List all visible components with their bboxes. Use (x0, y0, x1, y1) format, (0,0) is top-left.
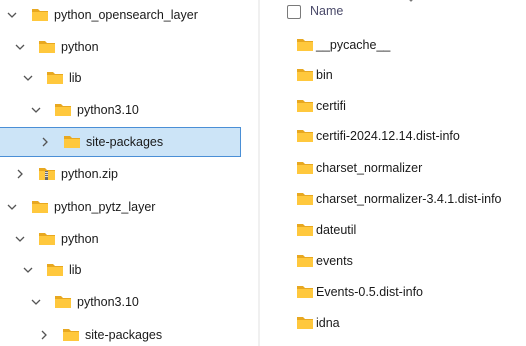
folder-icon (47, 72, 63, 84)
file-row[interactable]: charset_normalizer (260, 153, 526, 183)
file-name: idna (316, 316, 340, 330)
file-row[interactable]: __pycache__ (260, 30, 526, 60)
column-header-name[interactable]: Name (310, 4, 343, 18)
tree-item-python-opensearch-layer[interactable]: python_opensearch_layer (0, 0, 258, 30)
file-name: __pycache__ (316, 38, 391, 52)
zip-folder-icon (39, 168, 55, 180)
file-name: charset_normalizer-3.4.1.dist-info (316, 192, 502, 206)
tree-item-python3-10[interactable]: python3.10 (0, 287, 258, 317)
file-row[interactable]: events (260, 246, 526, 276)
folder-icon (297, 286, 313, 298)
column-header-row: Name (260, 0, 526, 26)
folder-icon (32, 9, 48, 21)
folder-icon (32, 201, 48, 213)
file-row[interactable]: Events-0.5.dist-info (260, 277, 526, 307)
tree-item-python-zip[interactable]: python.zip (0, 159, 258, 189)
tree-item-lib[interactable]: lib (0, 63, 258, 93)
file-name: dateutil (316, 223, 357, 237)
tree-item-label: python3.10 (77, 295, 139, 309)
tree-item-python[interactable]: python (0, 32, 258, 62)
tree-item-python-pytz-layer[interactable]: python_pytz_layer (0, 192, 258, 222)
chevron-down-icon[interactable] (6, 201, 18, 213)
tree-item-site-packages[interactable]: site-packages (0, 127, 241, 157)
folder-icon (297, 255, 313, 267)
file-name: charset_normalizer (316, 161, 423, 175)
chevron-down-icon[interactable] (22, 264, 34, 276)
tree-item-label: python3.10 (77, 103, 139, 117)
chevron-down-icon[interactable] (30, 296, 42, 308)
folder-icon (297, 162, 313, 174)
file-name: certifi-2024.12.14.dist-info (316, 129, 460, 143)
file-name: events (316, 254, 353, 268)
tree-item-label: python_pytz_layer (54, 200, 156, 214)
sort-arrow-icon (409, 0, 413, 2)
chevron-down-icon[interactable] (6, 9, 18, 21)
file-name: bin (316, 68, 333, 82)
folder-icon (64, 136, 80, 148)
file-name: Events-0.5.dist-info (316, 285, 423, 299)
chevron-right-icon[interactable] (14, 168, 26, 180)
folder-icon (297, 130, 313, 142)
tree-item-label: python (61, 232, 99, 246)
file-name: certifi (316, 99, 346, 113)
tree-item-label: python (61, 40, 99, 54)
folder-icon (297, 39, 313, 51)
tree-item-label: site-packages (85, 328, 163, 342)
file-row[interactable]: dateutil (260, 215, 526, 245)
navigation-pane: python_opensearch_layer python lib pytho… (0, 0, 258, 346)
folder-icon (39, 41, 55, 53)
tree-item-python3-10[interactable]: python3.10 (0, 95, 258, 125)
tree-item-label: lib (69, 263, 82, 277)
chevron-down-icon[interactable] (14, 41, 26, 53)
folder-icon (55, 296, 71, 308)
folder-icon (39, 233, 55, 245)
folder-icon (63, 329, 79, 341)
file-row[interactable]: idna (260, 308, 526, 338)
file-row[interactable]: charset_normalizer-3.4.1.dist-info (260, 184, 526, 214)
file-row[interactable]: certifi (260, 91, 526, 121)
select-all-checkbox[interactable] (287, 5, 301, 19)
folder-icon (297, 100, 313, 112)
folder-icon (47, 264, 63, 276)
folder-icon (297, 69, 313, 81)
folder-icon (55, 104, 71, 116)
tree-item-label: python_opensearch_layer (54, 8, 198, 22)
chevron-right-icon[interactable] (38, 329, 50, 341)
file-row[interactable]: certifi-2024.12.14.dist-info (260, 121, 526, 151)
tree-item-label: lib (69, 71, 82, 85)
tree-item-python[interactable]: python (0, 224, 258, 254)
file-row[interactable]: bin (260, 60, 526, 90)
tree-item-lib[interactable]: lib (0, 255, 258, 285)
folder-icon (297, 224, 313, 236)
tree-item-site-packages[interactable]: site-packages (0, 320, 258, 346)
file-list-pane: Name __pycache__ bin certifi certifi-202… (260, 0, 526, 346)
chevron-right-icon[interactable] (39, 136, 51, 148)
tree-item-label: site-packages (86, 135, 164, 149)
folder-icon (297, 193, 313, 205)
chevron-down-icon[interactable] (14, 233, 26, 245)
tree-item-label: python.zip (61, 167, 118, 181)
chevron-down-icon[interactable] (22, 72, 34, 84)
chevron-down-icon[interactable] (30, 104, 42, 116)
folder-icon (297, 317, 313, 329)
